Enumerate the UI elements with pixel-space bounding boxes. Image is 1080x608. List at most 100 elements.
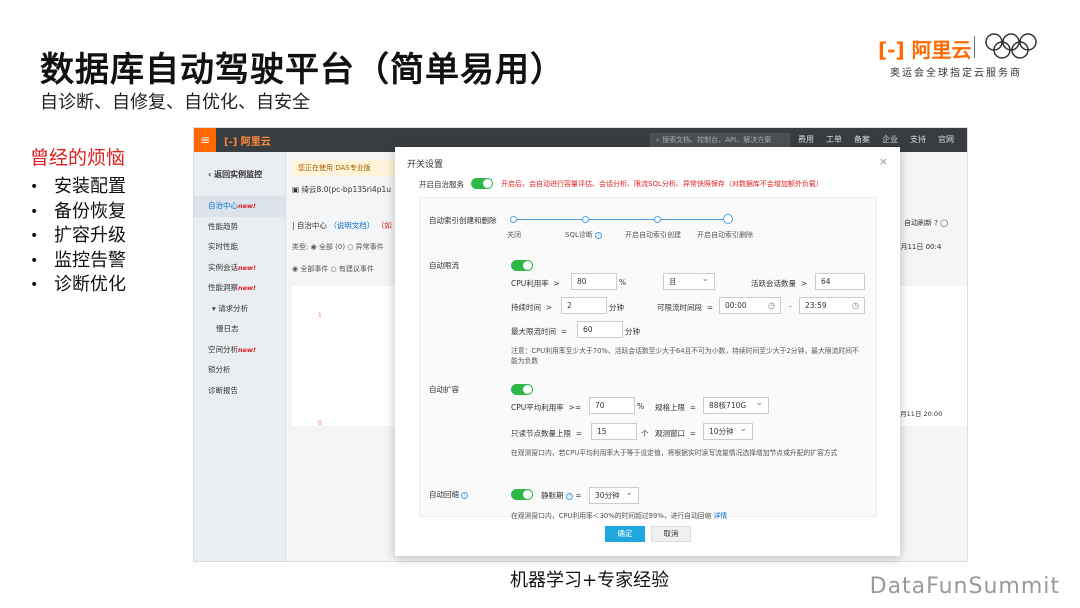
spec-select[interactable]: 88核710G — [703, 396, 769, 414]
search-icon: ⌕ — [656, 136, 660, 144]
end-time-input[interactable]: 23:59 — [799, 297, 865, 314]
sidebar-item-autonomy[interactable]: 自治中心new! — [194, 196, 286, 217]
date-range[interactable]: 8月11日 00:4 — [896, 242, 941, 252]
throttle-window-text: 可限流时间段 — [657, 303, 702, 312]
sidebar-items: 自治中心new! 性能趋势 实时性能 实例会话new! 性能洞察new! ▾ 请… — [194, 196, 286, 401]
sidebar-item-label: 慢日志 — [216, 324, 239, 333]
slider-dot[interactable] — [510, 216, 517, 223]
sidebar-item-insight[interactable]: 性能洞察new! — [194, 278, 286, 299]
observe-window-select[interactable]: 10分钟 — [703, 422, 753, 440]
eq-sign: = — [575, 491, 582, 500]
sidebar-item-label: 实时性能 — [208, 242, 238, 251]
sidebar-item-request-analysis[interactable]: ▾ 请求分析 — [194, 299, 286, 320]
throttle-max-input[interactable]: 60 — [577, 321, 623, 338]
bullet-icon: • — [30, 277, 39, 293]
top-nav-item[interactable]: 企业 — [882, 134, 898, 145]
slider-dot[interactable] — [654, 216, 661, 223]
info-icon: i — [565, 492, 573, 500]
detail-link[interactable]: 详情 — [714, 512, 728, 520]
quiet-select[interactable]: 30分钟 — [589, 486, 639, 504]
top-nav-item[interactable]: 费用 — [798, 134, 814, 145]
eq-sign: = — [706, 303, 714, 312]
autonomy-switch[interactable] — [471, 178, 493, 189]
throttle-switch[interactable] — [511, 260, 533, 271]
sidebar-item-lock[interactable]: 锁分析 — [194, 360, 286, 381]
sidebar-item-label: 性能洞察 — [208, 283, 238, 292]
sidebar-item-report[interactable]: 诊断报告 — [194, 381, 286, 402]
top-nav-item[interactable]: 工单 — [826, 134, 842, 145]
top-nav-item[interactable]: 备案 — [854, 134, 870, 145]
bullet-icon: • — [30, 252, 39, 269]
sidebar-item-sessions[interactable]: 实例会话new! — [194, 258, 286, 279]
bullet-icon: • — [30, 228, 39, 244]
index-option[interactable]: 关闭 — [507, 230, 521, 240]
modal-title: 开关设置 — [407, 160, 444, 170]
list-item: • 备份恢复 — [30, 200, 126, 225]
sidebar-item-realtime[interactable]: 实时性能 — [194, 237, 286, 258]
confirm-button[interactable]: 确定 — [605, 526, 645, 542]
search-placeholder: 搜索文档、控制台、API、解决方案 — [662, 136, 772, 144]
index-slider[interactable] — [513, 219, 729, 220]
cancel-button[interactable]: 取消 — [651, 526, 691, 542]
throttle-cpu-input[interactable]: 80 — [571, 273, 617, 290]
throttle-duration-label: 持续时间 > — [511, 302, 552, 313]
index-option[interactable]: SQL诊断 i — [565, 230, 603, 240]
toggle-icon: ◯ — [940, 219, 949, 227]
throttle-sessions-input[interactable]: 64 — [815, 273, 865, 290]
pain-title: 曾经的烦恼 — [30, 147, 126, 169]
list-item-label: 扩容升级 — [54, 225, 126, 246]
breadcrumb: | 自治中心 （说明文档） （如 — [292, 220, 392, 231]
shrink-switch[interactable] — [511, 489, 533, 500]
close-icon[interactable]: × — [879, 155, 888, 168]
aliyun-logo-icon: [-] — [224, 137, 238, 148]
sidebar-item-space[interactable]: 空间分析new! — [194, 340, 286, 361]
list-item: • 诊断优化 — [30, 273, 126, 298]
type-filter[interactable]: 类型: ◉ 全部 (0) ○ 异常事件 — [292, 242, 384, 252]
scale-switch[interactable] — [511, 384, 533, 395]
event-filter[interactable]: ◉ 全部事件 ○ 有建议事件 — [292, 264, 374, 274]
list-item: • 安装配置 — [30, 175, 126, 200]
index-option[interactable]: 开启自动索引删除 — [697, 230, 753, 240]
help-icon: ? — [934, 219, 938, 227]
top-nav-item[interactable]: 支持 — [910, 134, 926, 145]
auto-refresh-toggle[interactable]: 自动刷新 ? ◯ — [904, 218, 948, 228]
slider-handle[interactable] — [723, 214, 733, 224]
ro-label: 只读节点数量上限 = — [511, 428, 582, 439]
shrink-text: 自动回缩 — [429, 490, 459, 499]
ro-text: 只读节点数量上限 — [511, 429, 571, 438]
throttle-max-label: 最大限流时间 = — [511, 326, 567, 337]
index-option-label: SQL诊断 — [565, 231, 593, 239]
scale-cpu-text: CPU平均利用率 — [511, 403, 564, 412]
eq-sign: = — [689, 403, 697, 412]
settings-modal: 开关设置 × 开启自治服务 开启后，会自动进行容量评估、会话分析、限流SQL分析… — [395, 147, 900, 556]
ro-input[interactable]: 15 — [591, 423, 637, 440]
scale-cpu-label: CPU平均利用率 >= — [511, 402, 581, 413]
index-option[interactable]: 开启自动索引创建 — [625, 230, 681, 240]
aliyun-logo-icon: [-] — [878, 38, 905, 62]
shrink-note: 在观测窗口内，CPU利用率＜30%的时间超过99%，进行自动回缩 详情 — [511, 510, 727, 520]
bullet-icon: • — [30, 179, 39, 195]
scale-cpu-input[interactable]: 70 — [589, 397, 635, 414]
throttle-duration-input[interactable]: 2 — [561, 297, 607, 314]
top-nav-item[interactable]: 官网 — [938, 134, 954, 145]
sidebar-item-slowlog[interactable]: 慢日志 — [194, 319, 286, 340]
logic-select[interactable]: 且 — [663, 272, 715, 290]
info-icon: i — [595, 231, 603, 239]
instance-name: ▣ 绮云8.0(pc-bp135ri4p1u — [292, 184, 391, 195]
throttle-note: 注意：CPU利用率至少大于70%、活跃会话数至少大于64且不可为小数，持续时间至… — [511, 347, 859, 365]
back-button[interactable]: ‹ 返回实例监控 — [194, 164, 286, 186]
slide-subtitle: 自诊断、自修复、自优化、自安全 — [40, 92, 310, 113]
console-logo[interactable]: [-] 阿里云 — [224, 133, 271, 148]
olympic-rings-icon — [985, 33, 1037, 59]
list-item: • 监控告警 — [30, 249, 126, 274]
doc-link[interactable]: （说明文档） — [329, 221, 374, 230]
list-item: • 扩容升级 — [30, 224, 126, 249]
slider-dot[interactable] — [582, 216, 589, 223]
sidebar-item-trend[interactable]: 性能趋势 — [194, 217, 286, 238]
list-item-label: 诊断优化 — [54, 274, 126, 295]
chevron-left-icon: ‹ — [208, 170, 212, 179]
unit-label: 个 — [641, 429, 649, 438]
search-input[interactable]: ⌕ 搜索文档、控制台、API、解决方案 — [650, 133, 790, 147]
start-time-input[interactable]: 00:00 — [719, 297, 781, 314]
menu-icon[interactable]: ≡ — [194, 128, 216, 152]
